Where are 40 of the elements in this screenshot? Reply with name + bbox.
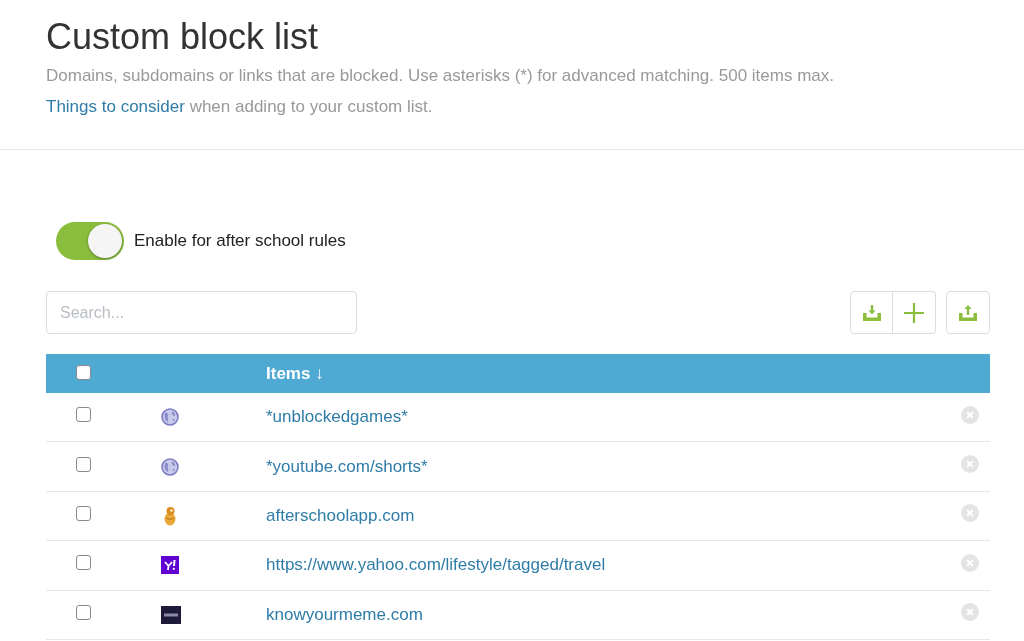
tray-arrow-down-icon xyxy=(861,303,882,322)
close-icon xyxy=(961,603,979,622)
close-icon xyxy=(961,455,979,474)
remove-button[interactable] xyxy=(961,553,979,572)
items-column-header[interactable]: Items ↓ xyxy=(266,363,324,384)
export-button[interactable] xyxy=(946,291,990,334)
row-checkbox[interactable] xyxy=(76,555,91,571)
row-checkbox[interactable] xyxy=(76,456,91,472)
row-checkbox[interactable] xyxy=(76,407,91,423)
remove-button[interactable] xyxy=(961,603,979,622)
remove-button[interactable] xyxy=(961,405,979,424)
item-link[interactable]: afterschoolapp.com xyxy=(266,505,415,525)
page-description: Domains, subdomains or links that are blocked. Use asterisks (*) for advanced matching. 500 items max. xyxy=(46,66,834,86)
row-checkbox[interactable] xyxy=(76,505,91,521)
row-checkbox[interactable] xyxy=(76,604,91,620)
toggle-label: Enable for after school rules xyxy=(134,231,346,251)
globe-icon xyxy=(161,408,179,427)
close-icon xyxy=(961,553,979,572)
search-field[interactable]: Search... xyxy=(46,291,357,334)
logo-tile-icon xyxy=(161,605,181,624)
add-button[interactable] xyxy=(893,291,936,334)
toggle-switch[interactable] xyxy=(56,222,124,260)
import-button[interactable] xyxy=(850,291,893,334)
remove-button[interactable] xyxy=(961,504,979,523)
tray-arrow-up-icon xyxy=(958,303,978,322)
mascot-icon xyxy=(163,505,177,526)
close-icon xyxy=(961,405,979,424)
item-link[interactable]: *youtube.com/shorts* xyxy=(266,456,428,476)
remove-button[interactable] xyxy=(961,455,979,474)
consider-note: Things to consider when adding to your custom list. xyxy=(46,97,433,117)
item-link[interactable]: knowyourmeme.com xyxy=(266,604,423,624)
page-title: Custom block list xyxy=(46,15,319,59)
logo-tile-icon xyxy=(161,556,179,575)
things-to-consider-link[interactable]: Things to consider xyxy=(46,97,185,116)
close-icon xyxy=(961,504,979,523)
plus-icon xyxy=(904,302,924,323)
item-link[interactable]: https://www.yahoo.com/lifestyle/tagged/travel xyxy=(266,555,606,575)
item-link[interactable]: *unblockedgames* xyxy=(266,407,408,427)
globe-icon xyxy=(161,457,179,476)
select-all-checkbox[interactable] xyxy=(76,364,91,380)
